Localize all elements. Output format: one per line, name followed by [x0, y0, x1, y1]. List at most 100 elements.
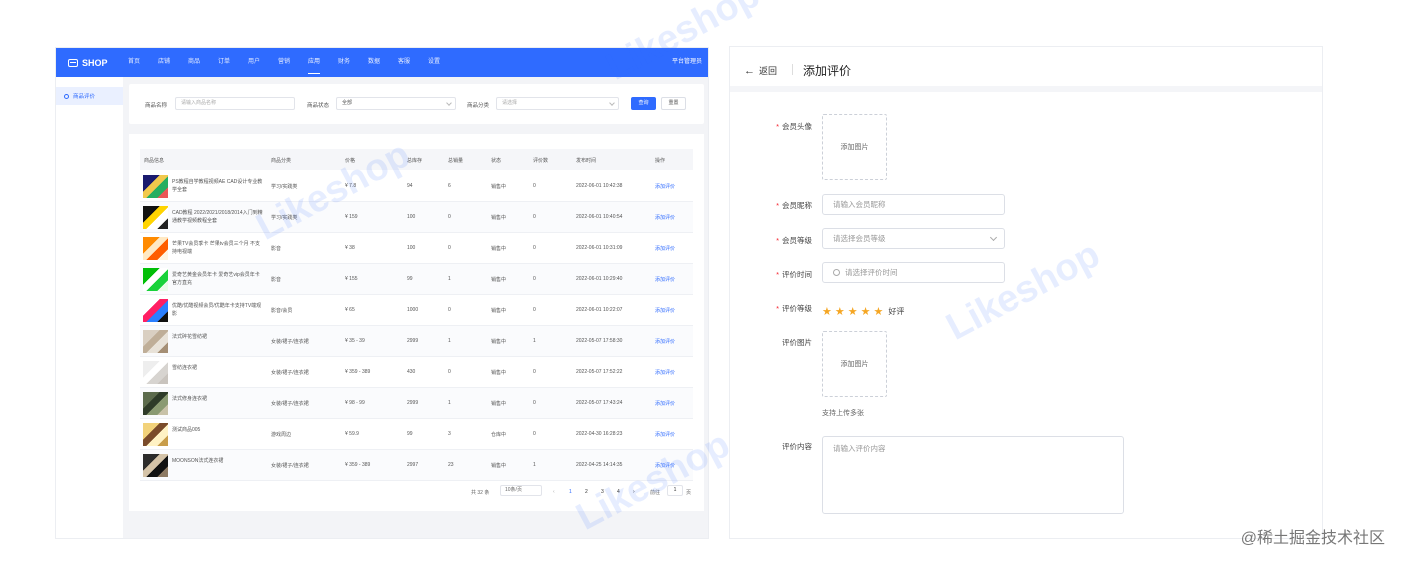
add-review-link[interactable]: 添加评价 [655, 276, 675, 283]
nav-item[interactable]: 设置 [428, 48, 458, 77]
table-row: MOONSON法式连衣裙 女装/裙子/连衣裙 ¥ 359 - 389 2997 23 销售… [140, 450, 693, 481]
nav-item[interactable]: 营销 [278, 48, 308, 77]
cell-time: 2022-06-01 10:42:38 [576, 183, 623, 189]
cell-reviews: 1 [533, 338, 536, 344]
product-name: 测试商品005 [172, 427, 201, 433]
add-review-link[interactable]: 添加评价 [655, 307, 675, 314]
column-header: 操作 [655, 158, 666, 164]
cell-reviews: 0 [533, 276, 536, 282]
column-header: 商品信息 [144, 158, 165, 164]
cell-sales: 0 [448, 307, 451, 313]
chevron-down-icon [609, 100, 615, 106]
content-textarea[interactable]: 请输入评价内容 [822, 436, 1124, 514]
cell-sales: 1 [448, 400, 451, 406]
level-select[interactable]: 请选择会员等级 [822, 228, 1005, 249]
admin-user[interactable]: 平台管理员 [672, 48, 702, 77]
product-name: 芒果TV会员季卡 芒果tv会员三个月 不支持电视端 [172, 241, 261, 255]
nav-item[interactable]: 商品 [188, 48, 218, 77]
images-label: 评价图片 [782, 338, 812, 347]
sidebar-item-product-reviews[interactable]: 商品评价 [56, 87, 123, 105]
page-number[interactable]: 4 [617, 489, 620, 495]
cell-category: 女装/裙子/连衣裙 [271, 370, 309, 376]
add-review-link[interactable]: 添加评价 [655, 338, 675, 345]
cell-price: ¥ 359 - 389 [345, 369, 371, 375]
product-status-select[interactable]: 全部 [336, 97, 456, 110]
avatar-upload[interactable]: 添加图片 [822, 114, 887, 180]
add-review-link[interactable]: 添加评价 [655, 214, 675, 221]
cell-sales: 1 [448, 338, 451, 344]
time-picker[interactable]: 请选择评价时间 [822, 262, 1005, 283]
goto-suffix: 页 [686, 490, 692, 496]
back-button[interactable]: ← 返回 [744, 64, 777, 77]
add-review-link[interactable]: 添加评价 [655, 183, 675, 190]
column-header: 评价数 [533, 158, 549, 164]
star-icon[interactable]: ★ [835, 306, 845, 318]
total-count: 共 32 条 [471, 490, 490, 496]
add-review-link[interactable]: 添加评价 [655, 400, 675, 407]
cell-price: ¥ 38 [345, 245, 355, 251]
column-header: 价格 [345, 158, 356, 164]
page-number[interactable]: 3 [601, 489, 604, 495]
cell-status: 销售中 [491, 215, 507, 221]
product-category-select[interactable]: 请选择 [496, 97, 619, 110]
product-category-label: 商品分类 [467, 103, 490, 109]
required-mark: * [776, 304, 779, 313]
star-list: ★ ★ ★ ★ ★ [822, 302, 886, 320]
product-thumbnail [143, 423, 168, 446]
star-icon[interactable]: ★ [861, 306, 871, 318]
table-row: 芒果TV会员季卡 芒果tv会员三个月 不支持电视端 影音 ¥ 38 100 0 销售中 0 2… [140, 233, 693, 264]
nickname-placeholder: 请输入会员昵称 [833, 200, 886, 209]
sidebar-item-label: 商品评价 [73, 94, 96, 100]
rating-label-text: 评价等级 [782, 304, 812, 313]
nav-item[interactable]: 客服 [398, 48, 428, 77]
product-name-input[interactable]: 请输入商品名称 [175, 97, 295, 110]
required-mark: * [776, 201, 779, 210]
goto-page-input[interactable]: 1 [667, 485, 683, 496]
shop-logo[interactable]: SHOP [68, 58, 128, 68]
nav-item[interactable]: 店铺 [158, 48, 188, 77]
cell-status: 销售中 [491, 277, 507, 283]
page-number[interactable]: 1 [569, 489, 572, 495]
cell-sales: 6 [448, 183, 451, 189]
page-size-select[interactable]: 10条/页 [500, 485, 542, 496]
nav-item[interactable]: 首页 [128, 48, 158, 77]
product-name: PS教程自学教程视频AE CAD设计专业教学全套 [172, 179, 263, 193]
level-label-text: 会员等级 [782, 236, 812, 245]
footer-watermark: @稀土掘金技术社区 [1240, 530, 1385, 547]
cell-time: 2022-06-01 10:31:09 [576, 245, 623, 251]
add-review-link[interactable]: 添加评价 [655, 431, 675, 438]
page-number[interactable]: 2 [585, 489, 588, 495]
product-status-value: 全部 [342, 100, 353, 106]
product-thumbnail [143, 330, 168, 353]
star-icon[interactable]: ★ [822, 306, 832, 318]
reset-button[interactable]: 重置 [661, 97, 686, 110]
rating-label: * 评价等级 [730, 303, 812, 314]
nav-item[interactable]: 财务 [338, 48, 368, 77]
product-thumbnail [143, 454, 168, 477]
star-icon[interactable]: ★ [848, 306, 858, 318]
nickname-label-text: 会员昵称 [782, 201, 812, 210]
nav-item[interactable]: 应用 [308, 48, 338, 77]
star-icon[interactable]: ★ [874, 306, 884, 318]
logo-text: SHOP [82, 57, 108, 68]
add-review-link[interactable]: 添加评价 [655, 462, 675, 469]
cell-price: ¥ 155 [345, 276, 358, 282]
add-review-link[interactable]: 添加评价 [655, 245, 675, 252]
next-page-icon[interactable]: › [633, 489, 635, 495]
cell-status: 仓库中 [491, 432, 507, 438]
cell-stock: 1000 [407, 307, 419, 313]
table-row: CAD教程 2022/2021/2018/2014入门到精通教学视频教程全套 学习… [140, 202, 693, 233]
cell-category: 影音/会员 [271, 308, 293, 314]
shop-icon [68, 58, 78, 67]
avatar-label: * 会员头像 [730, 121, 812, 132]
nav-item[interactable]: 用户 [248, 48, 278, 77]
nav-item[interactable]: 数据 [368, 48, 398, 77]
cell-status: 销售中 [491, 370, 507, 376]
images-upload[interactable]: 添加图片 [822, 331, 887, 397]
add-review-link[interactable]: 添加评价 [655, 369, 675, 376]
query-button[interactable]: 查询 [631, 97, 656, 110]
table-row: 法式碎花雪纺裙 女装/裙子/连衣裙 ¥ 35 - 39 2999 1 销售中 1 2022-0… [140, 326, 693, 357]
nickname-input[interactable]: 请输入会员昵称 [822, 194, 1005, 215]
nav-item[interactable]: 订单 [218, 48, 248, 77]
prev-page-icon[interactable]: ‹ [553, 489, 555, 495]
